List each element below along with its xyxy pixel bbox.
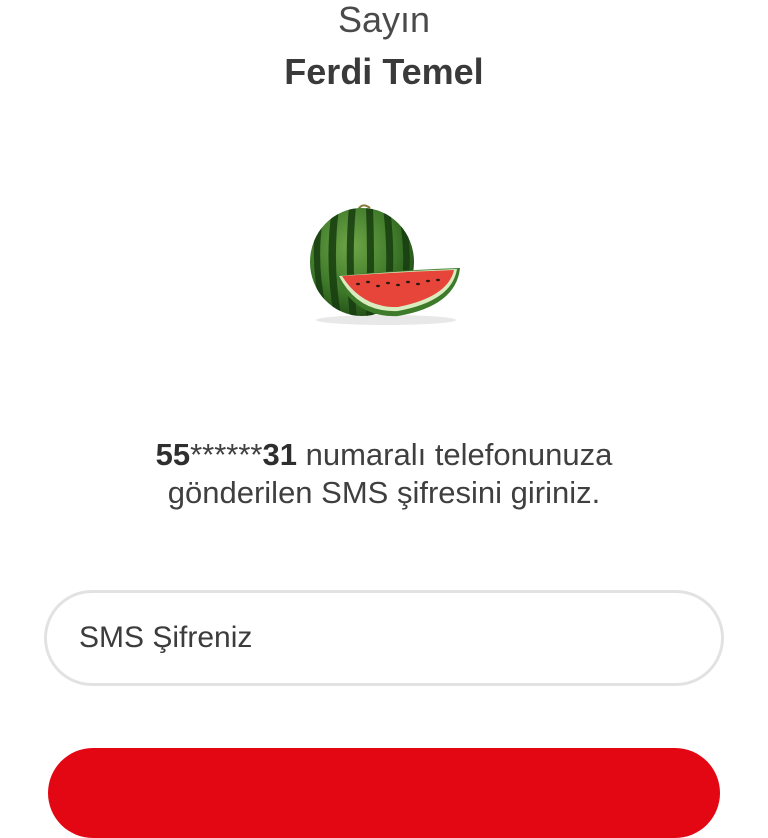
greeting-text: Sayın <box>337 0 431 40</box>
customer-name: Ferdi Temel <box>284 51 484 92</box>
watermelon-icon <box>310 204 460 325</box>
sms-instruction-text1: numaralı telefonunuza <box>296 437 613 472</box>
sms-instruction: 55******31 numaralı telefonunuza gönderi… <box>0 436 768 512</box>
masked-phone-prefix: 55 <box>155 437 191 472</box>
masked-phone-mask: ****** <box>190 437 263 472</box>
submit-button[interactable] <box>48 748 720 838</box>
sms-instruction-line1: 55******31 numaralı telefonunuza <box>0 436 768 474</box>
sms-instruction-line2: gönderilen SMS şifresini giriniz. <box>167 475 601 510</box>
masked-phone-suffix: 31 <box>262 437 297 472</box>
sms-code-input[interactable] <box>44 590 724 686</box>
